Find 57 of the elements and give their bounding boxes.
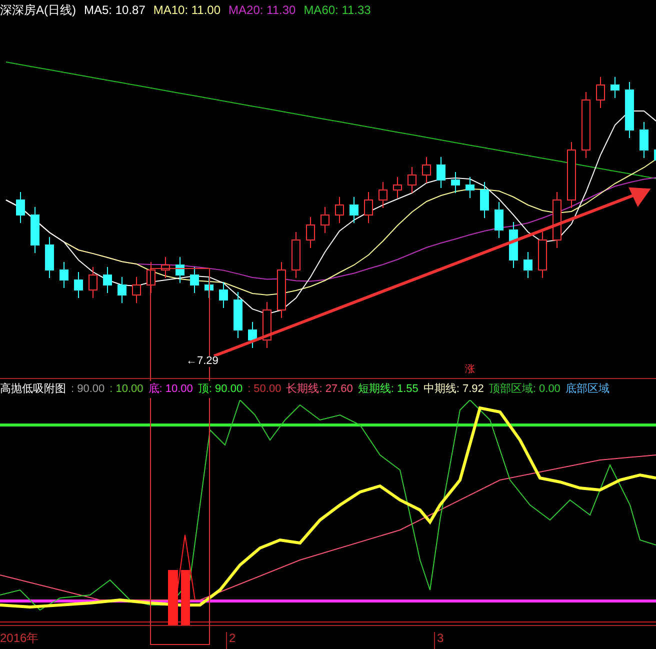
candle (552, 192, 562, 248)
candle (350, 196, 358, 224)
candle (103, 266, 112, 294)
candle (30, 206, 40, 254)
axis-label: 2016年 (0, 632, 40, 647)
signal-bar (168, 570, 178, 625)
ma-reading: MA60: 11.33 (304, 2, 371, 19)
candle (393, 176, 402, 198)
candle (610, 76, 620, 98)
candle (640, 122, 648, 158)
candle (582, 92, 590, 158)
candle (292, 232, 300, 278)
candle (436, 156, 446, 188)
candle (335, 196, 344, 224)
candle (219, 282, 228, 308)
candle (60, 262, 68, 288)
candle (118, 276, 126, 304)
candle (625, 82, 634, 138)
rise-marker: 涨 (465, 365, 475, 375)
candle (146, 262, 156, 294)
candle (466, 176, 474, 198)
candle (161, 256, 170, 278)
candle (132, 276, 141, 304)
ma-reading: MA5: 10.87 (84, 2, 146, 19)
candle (45, 236, 54, 278)
candle (234, 292, 242, 338)
candle (422, 156, 431, 184)
spike-line (176, 534, 196, 600)
signal-bar (181, 570, 190, 625)
candle (596, 76, 605, 108)
low-price-label: ←7.29 (186, 356, 218, 367)
candle (204, 276, 214, 298)
candle (364, 192, 373, 224)
candle (306, 216, 315, 248)
candle (88, 266, 98, 298)
candle (494, 202, 504, 238)
candle (378, 182, 388, 208)
candle (524, 252, 532, 278)
candle (451, 172, 460, 194)
stock-title: 深深房A(日线) (0, 2, 76, 19)
indicator-reading: 顶: 90.00 (198, 381, 243, 398)
indicator-reading: 底: 10.00 (148, 381, 193, 398)
ma-reading: MA20: 11.30 (228, 2, 296, 19)
candle (74, 272, 83, 298)
candle (277, 262, 286, 318)
candle (190, 266, 199, 294)
candle (320, 206, 330, 234)
candle (16, 192, 25, 224)
candle (408, 166, 416, 194)
axis-label: 2 (226, 632, 434, 649)
ma-reading: MA10: 11.00 (153, 2, 221, 19)
candle (248, 322, 257, 348)
candle (567, 142, 576, 208)
candle (480, 182, 489, 218)
candle (538, 232, 547, 278)
axis-label: 3 (434, 632, 444, 649)
candle (176, 256, 184, 284)
